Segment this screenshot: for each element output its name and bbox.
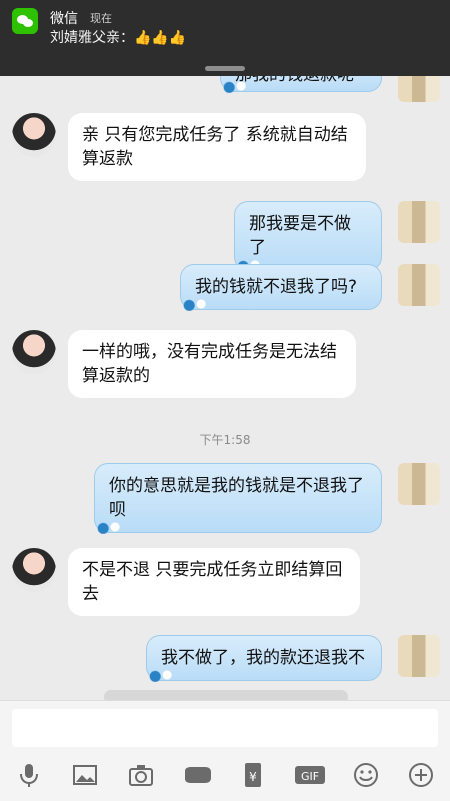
drag-handle[interactable] xyxy=(205,66,245,71)
yen-label: ¥ xyxy=(249,770,257,784)
wechat-notification[interactable]: 微信 现在 刘婧雅父亲：👍👍👍 xyxy=(0,0,450,76)
message-bubble[interactable]: 我的钱就不退我了吗? xyxy=(179,264,382,311)
message-text: 我的钱就不退我了吗? xyxy=(195,277,358,297)
notification-time: 现在 xyxy=(90,12,112,25)
avatar[interactable] xyxy=(398,201,440,243)
message-input[interactable] xyxy=(12,709,438,747)
gif-label: GIF xyxy=(301,770,319,783)
avatar[interactable] xyxy=(398,463,440,505)
message-text: 你的意思就是我的钱就是不退我了呗 xyxy=(109,476,364,520)
avatar[interactable] xyxy=(12,113,56,157)
camera-icon[interactable] xyxy=(125,759,157,791)
avatar[interactable] xyxy=(398,635,440,677)
message-text: 一样的哦，没有完成任务是无法结算返款的 xyxy=(82,342,337,386)
timestamp: 下午1:58 xyxy=(199,433,251,447)
red-packet-icon[interactable]: ¥ xyxy=(237,759,269,791)
chat-area: 那我的钱退款呢 亲 只有您完成任务了 系统就自动结算返款 那我要是不做了 我的钱… xyxy=(0,0,450,700)
voice-call-icon[interactable] xyxy=(182,759,214,791)
message-text: 那我要是不做了 xyxy=(249,214,351,258)
partial-system-message xyxy=(104,690,348,700)
gif-icon[interactable]: GIF xyxy=(292,759,328,791)
plus-icon[interactable] xyxy=(405,759,437,791)
wechat-icon xyxy=(12,8,38,34)
message-bubble[interactable]: 你的意思就是我的钱就是不退我了呗 xyxy=(93,463,382,534)
message-bubble[interactable]: 我不做了，我的款还退我不 xyxy=(145,635,382,682)
avatar[interactable] xyxy=(12,330,56,374)
image-icon[interactable] xyxy=(69,759,101,791)
mic-icon[interactable] xyxy=(13,759,45,791)
emoji-icon[interactable] xyxy=(350,759,382,791)
message-bubble[interactable]: 亲 只有您完成任务了 系统就自动结算返款 xyxy=(68,113,366,181)
notification-app: 微信 xyxy=(50,11,78,27)
message-text: 亲 只有您完成任务了 系统就自动结算返款 xyxy=(82,125,348,169)
message-bubble[interactable]: 一样的哦，没有完成任务是无法结算返款的 xyxy=(68,330,356,398)
message-text: 我不做了，我的款还退我不 xyxy=(161,648,365,668)
message-bubble[interactable]: 那我要是不做了 xyxy=(233,201,382,272)
notification-message: 刘婧雅父亲：👍👍👍 xyxy=(50,30,187,46)
message-text: 不是不退 只要完成任务立即结算回去 xyxy=(82,560,343,604)
avatar[interactable] xyxy=(12,548,56,592)
avatar[interactable] xyxy=(398,264,440,306)
input-bar: ¥ GIF xyxy=(0,700,450,801)
message-bubble[interactable]: 不是不退 只要完成任务立即结算回去 xyxy=(68,548,360,616)
